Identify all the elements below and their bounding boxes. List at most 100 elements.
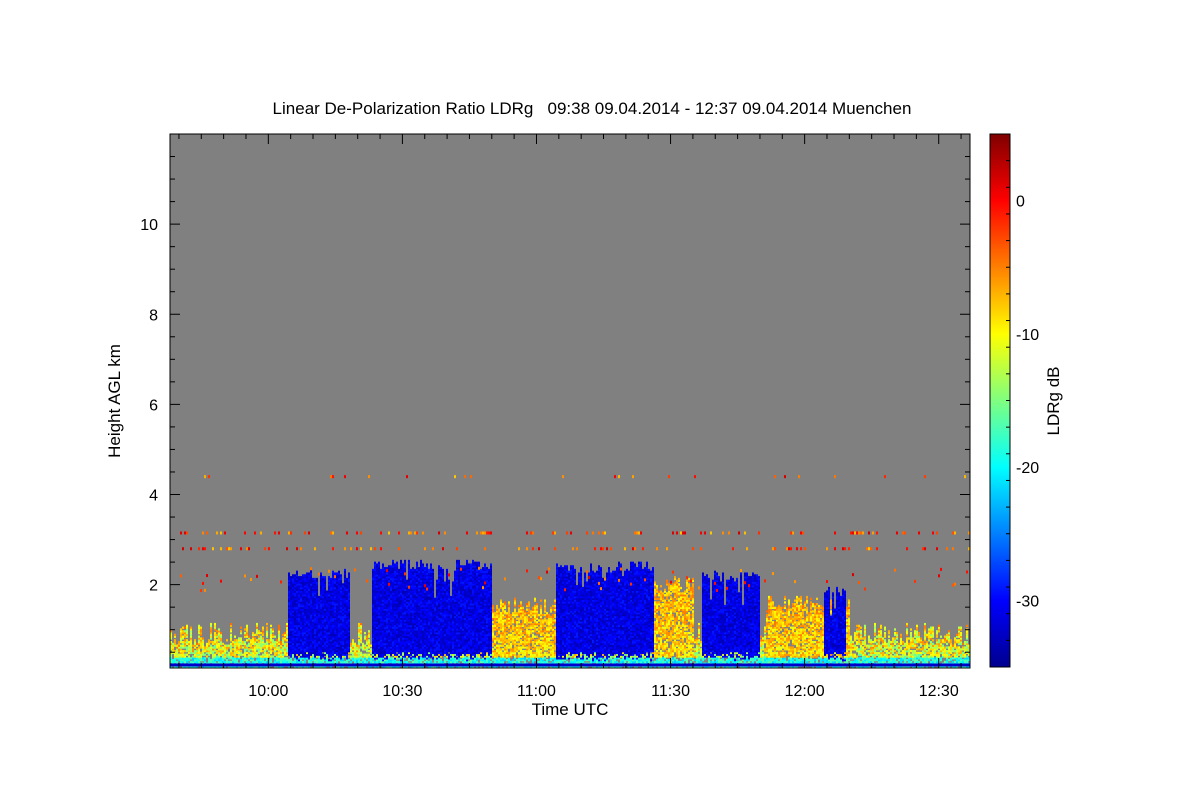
heatmap-cell	[366, 646, 368, 649]
heatmap-cell	[416, 561, 418, 564]
heatmap-cell	[352, 639, 354, 642]
heatmap-cell	[262, 653, 264, 656]
heatmap-cell	[278, 646, 280, 649]
heatmap-cell	[402, 563, 404, 566]
heatmap-cell	[328, 569, 330, 573]
heatmap-cell	[248, 642, 250, 646]
heatmap-cell	[282, 637, 284, 640]
heatmap-cell	[202, 531, 204, 535]
heatmap-cell	[360, 660, 362, 664]
heatmap-cell	[240, 637, 242, 640]
heatmap-cell	[368, 649, 370, 653]
heatmap-cell	[286, 547, 288, 551]
heatmap-cell	[452, 581, 454, 584]
heatmap-cell	[344, 660, 346, 664]
heatmap-cell	[406, 475, 408, 479]
heatmap-cell	[228, 644, 230, 647]
heatmap-cell	[270, 624, 272, 628]
heatmap-cell	[410, 568, 412, 572]
heatmap-cell	[424, 584, 426, 588]
heatmap-cell	[350, 642, 352, 646]
heatmap-cell	[232, 651, 234, 655]
heatmap-cell	[204, 657, 206, 660]
heatmap-cell	[400, 559, 402, 563]
heatmap-cell	[360, 531, 362, 535]
heatmap-cell	[246, 624, 248, 628]
heatmap-cell	[370, 644, 372, 647]
heatmap-cell	[410, 657, 412, 660]
heatmap-cell	[436, 579, 438, 582]
heatmap-cell	[278, 531, 280, 535]
heatmap-cell	[186, 639, 188, 642]
heatmap-cell	[316, 577, 318, 581]
heatmap-cell	[444, 657, 446, 660]
heatmap-cell	[248, 547, 250, 551]
heatmap-cell	[424, 660, 426, 664]
heatmap-cell	[376, 563, 378, 566]
heatmap-cell	[332, 570, 334, 573]
heatmap-cell	[202, 547, 204, 551]
heatmap-cell	[186, 646, 188, 649]
heatmap-cell	[182, 630, 184, 633]
heatmap-cell	[226, 653, 228, 656]
heatmap-cell	[348, 658, 350, 662]
heatmap-cell	[370, 547, 372, 551]
heatmap-cell	[240, 547, 242, 551]
heatmap-cell	[348, 655, 350, 658]
heatmap-cell	[298, 576, 300, 579]
heatmap-cell	[184, 639, 186, 642]
heatmap-cell	[266, 626, 268, 629]
heatmap-cell	[242, 657, 244, 660]
heatmap-cell	[292, 574, 294, 577]
heatmap-cell	[308, 572, 310, 575]
heatmap-cell	[260, 635, 262, 638]
heatmap-cell	[184, 531, 186, 535]
heatmap-cell	[268, 653, 270, 656]
heatmap-cell	[398, 547, 400, 551]
heatmap-cell	[286, 622, 288, 626]
heatmap-cell	[250, 651, 252, 655]
heatmap-cell	[256, 622, 258, 626]
heatmap-cell	[248, 648, 250, 651]
heatmap-cell	[304, 531, 306, 535]
heatmap-cell	[282, 646, 284, 649]
heatmap-cell	[232, 648, 234, 651]
heatmap-cell	[374, 561, 376, 564]
heatmap-cell	[338, 570, 340, 573]
heatmap-cell	[422, 563, 424, 566]
heatmap-cell	[438, 531, 440, 535]
heatmap-cell	[304, 574, 306, 577]
heatmap-cell	[172, 642, 174, 646]
heatmap-cell	[448, 653, 450, 656]
heatmap-cell	[380, 531, 382, 535]
heatmap-cell	[294, 574, 296, 577]
heatmap-cell	[228, 547, 230, 551]
heatmap-cell	[254, 633, 256, 637]
heatmap-cell	[366, 635, 368, 638]
heatmap-cell	[330, 531, 332, 535]
heatmap-cell	[286, 657, 288, 660]
heatmap-cell	[200, 637, 202, 640]
heatmap-cell	[388, 565, 390, 568]
heatmap-cell	[328, 658, 330, 662]
heatmap-cell	[420, 559, 422, 563]
heatmap-cell	[208, 475, 210, 479]
heatmap-cell	[180, 644, 182, 647]
heatmap-cell	[216, 633, 218, 637]
heatmap-cell	[264, 660, 266, 664]
heatmap-cell	[222, 642, 224, 646]
heatmap-cell	[226, 639, 228, 642]
heatmap-cell	[282, 653, 284, 656]
heatmap-cell	[434, 597, 436, 601]
heatmap-cell	[204, 653, 206, 656]
heatmap-cell	[186, 624, 188, 628]
heatmap-cell	[396, 660, 398, 664]
heatmap-cell	[250, 578, 252, 582]
heatmap-cell	[260, 655, 262, 658]
heatmap-cell	[444, 531, 446, 535]
heatmap-cell	[330, 475, 332, 479]
heatmap-cell	[180, 574, 182, 578]
heatmap-cell	[386, 569, 388, 573]
heatmap-cell	[404, 572, 406, 576]
heatmap-cell	[262, 637, 264, 640]
